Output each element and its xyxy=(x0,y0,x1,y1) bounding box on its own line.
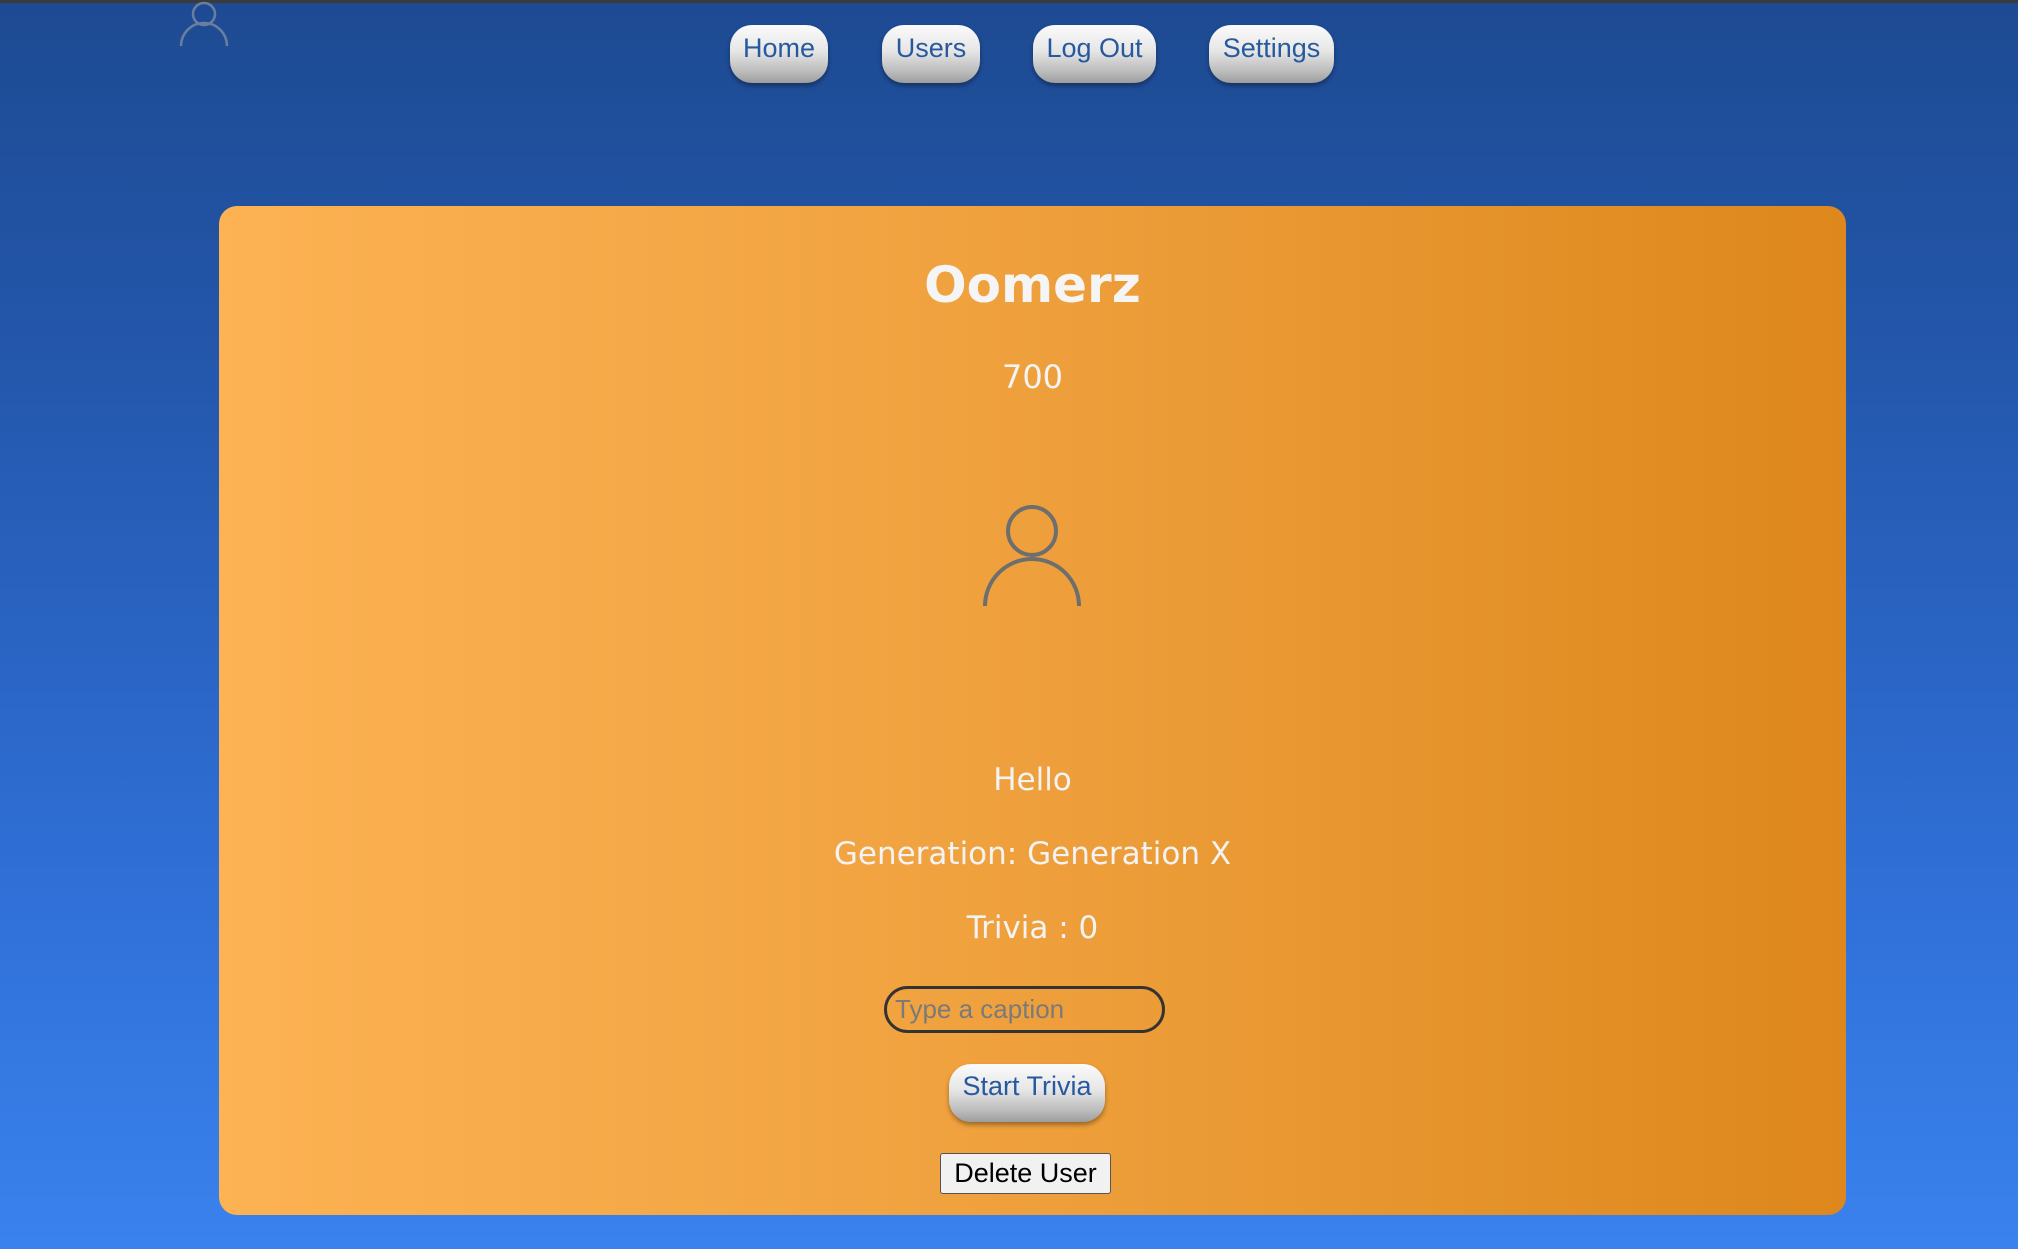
profile-card: Oomerz 700 Hello Generation: Generation … xyxy=(219,206,1846,1215)
caption-text: Hello xyxy=(993,762,1072,798)
top-navigation: Home Users Log Out Settings xyxy=(0,25,2018,85)
log-out-button[interactable]: Log Out xyxy=(1033,25,1156,83)
points-value: 700 xyxy=(1001,358,1064,396)
generation-text: Generation: Generation X xyxy=(833,836,1232,872)
delete-user-button[interactable]: Delete User xyxy=(940,1153,1111,1194)
username-heading: Oomerz xyxy=(924,256,1141,314)
trivia-score-text: Trivia : 0 xyxy=(966,910,1099,946)
profile-avatar-icon xyxy=(979,502,1085,610)
start-trivia-button[interactable]: Start Trivia xyxy=(949,1064,1105,1122)
users-button[interactable]: Users xyxy=(882,25,980,83)
caption-input[interactable] xyxy=(884,986,1165,1033)
settings-button[interactable]: Settings xyxy=(1209,25,1334,83)
top-border xyxy=(0,0,2018,3)
home-button[interactable]: Home xyxy=(730,25,828,83)
